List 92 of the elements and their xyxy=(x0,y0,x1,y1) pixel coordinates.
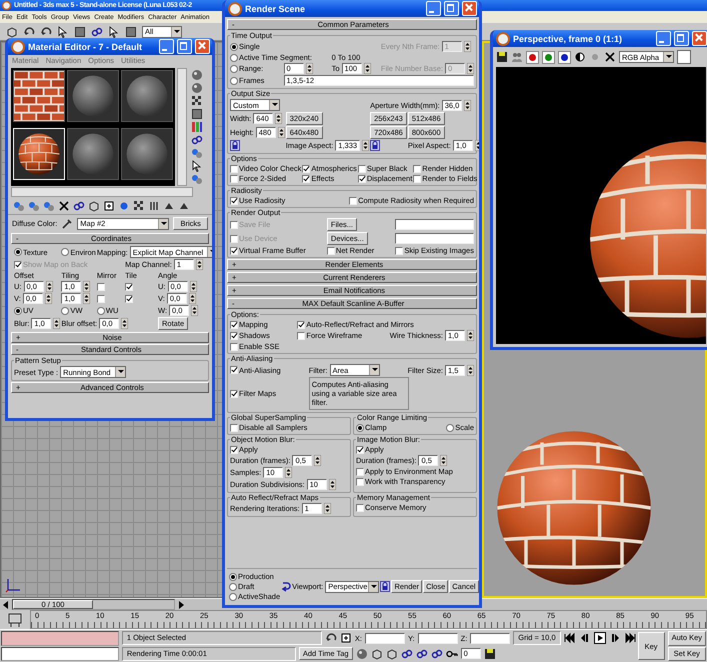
window-title: Material Editor - 7 - Default xyxy=(28,42,144,52)
spinner-arrows-icon[interactable] xyxy=(191,305,198,316)
previous-frame-icon[interactable] xyxy=(578,632,591,644)
channel-toggle[interactable] xyxy=(558,50,571,64)
brick-sphere-drawing xyxy=(18,134,60,174)
spinner-arrows-icon[interactable] xyxy=(464,100,472,110)
pointer-icon[interactable] xyxy=(108,26,120,38)
script-output-field[interactable] xyxy=(1,646,119,661)
spinner-arrows-icon[interactable] xyxy=(464,41,471,52)
sphere-icon[interactable] xyxy=(191,69,203,81)
spinner-arrows-icon[interactable] xyxy=(306,63,313,74)
chain-icon[interactable] xyxy=(73,200,85,212)
maximize-button[interactable] xyxy=(444,1,459,16)
spinner-arrows-icon[interactable] xyxy=(467,364,474,376)
text-field[interactable] xyxy=(395,233,474,244)
pointer-icon[interactable] xyxy=(191,160,203,172)
get-material-icon[interactable] xyxy=(13,200,25,212)
bars-icon[interactable] xyxy=(148,200,160,212)
text-field[interactable] xyxy=(395,219,474,230)
coord-field[interactable] xyxy=(470,632,510,644)
select-icon[interactable] xyxy=(57,26,69,38)
backlight-sphere-icon[interactable] xyxy=(191,82,203,94)
scrollbar[interactable] xyxy=(177,68,187,186)
maximize-button[interactable] xyxy=(177,39,192,54)
chain-icon[interactable] xyxy=(191,134,203,146)
minimize-button[interactable] xyxy=(656,31,671,46)
minimize-button[interactable] xyxy=(426,1,441,16)
save-icon[interactable] xyxy=(496,51,508,63)
coord-field[interactable] xyxy=(418,632,458,644)
lock-icon[interactable] xyxy=(230,140,240,151)
spinner-arrows-icon[interactable] xyxy=(121,318,128,329)
spinner-arrows-icon[interactable] xyxy=(328,479,336,490)
spinner-arrows-icon[interactable] xyxy=(364,63,371,74)
redo-icon[interactable] xyxy=(40,26,52,38)
eyedropper-icon[interactable] xyxy=(61,218,74,230)
coord-field[interactable] xyxy=(364,632,405,644)
scrollbar[interactable] xyxy=(11,187,193,197)
go-to-end-icon[interactable] xyxy=(624,632,636,644)
checkbox[interactable] xyxy=(96,282,105,290)
close-button[interactable] xyxy=(692,31,707,46)
spinner-arrows-icon[interactable] xyxy=(440,455,448,466)
spinner-arrows-icon[interactable] xyxy=(190,281,197,292)
put-material-icon[interactable] xyxy=(28,200,40,212)
window-title: Render Scene xyxy=(245,4,306,14)
spinner-arrows-icon[interactable] xyxy=(46,281,52,292)
checkbox[interactable] xyxy=(125,282,134,290)
checker-icon[interactable] xyxy=(133,200,145,212)
maximize-button[interactable] xyxy=(674,31,689,46)
mono-icon[interactable] xyxy=(574,51,586,63)
play-icon[interactable] xyxy=(594,632,606,644)
checkbox[interactable] xyxy=(96,294,105,302)
spinner-arrows-icon[interactable] xyxy=(466,330,474,341)
delete-icon[interactable] xyxy=(58,200,70,212)
lock-icon[interactable] xyxy=(380,581,390,592)
square-icon[interactable] xyxy=(191,108,203,120)
spinner-arrows-icon[interactable] xyxy=(285,467,292,478)
spinner-arrows-icon[interactable] xyxy=(466,63,474,74)
spinner-arrows-icon[interactable] xyxy=(44,293,52,304)
clear-icon[interactable] xyxy=(604,51,616,63)
color-bars-icon[interactable] xyxy=(191,121,203,133)
axis-tripod-icon xyxy=(5,577,21,593)
window-icon xyxy=(228,2,242,16)
close-button[interactable] xyxy=(462,1,477,16)
render-icon[interactable] xyxy=(356,648,368,660)
spinner-arrows-icon[interactable] xyxy=(275,113,282,124)
spinner-arrows-icon[interactable] xyxy=(188,293,196,304)
color-swatch xyxy=(677,50,692,64)
app-icon xyxy=(2,1,11,10)
window-icon xyxy=(11,40,25,54)
undo-icon[interactable] xyxy=(23,26,35,38)
link-icon[interactable] xyxy=(91,26,103,38)
channel-toggle[interactable] xyxy=(542,50,555,64)
window-title: Perspective, frame 0 (1:1) xyxy=(513,34,624,44)
spinner-arrows-icon[interactable] xyxy=(83,281,90,292)
spinner-arrows-icon[interactable] xyxy=(314,455,322,466)
dot-icon[interactable] xyxy=(118,200,130,212)
spinner-arrows-icon[interactable] xyxy=(324,503,331,514)
spinner-arrows-icon[interactable] xyxy=(196,259,203,270)
go-to-start-icon[interactable] xyxy=(564,632,576,644)
close-button[interactable] xyxy=(195,39,210,54)
lock-icon[interactable] xyxy=(370,140,380,151)
lock-toggle-icon[interactable] xyxy=(281,580,292,592)
checkbox[interactable] xyxy=(125,294,134,302)
script-input-field[interactable] xyxy=(1,631,119,646)
spinner-arrows-icon[interactable] xyxy=(83,293,90,304)
window-icon xyxy=(496,32,510,46)
checker-icon[interactable] xyxy=(191,95,203,107)
channel-toggle[interactable] xyxy=(526,50,539,64)
spinner-arrows-icon[interactable] xyxy=(278,127,285,138)
spinner-arrows-icon[interactable] xyxy=(53,318,60,329)
minimize-button[interactable] xyxy=(159,39,174,54)
spinner-arrows-icon[interactable] xyxy=(362,140,370,151)
